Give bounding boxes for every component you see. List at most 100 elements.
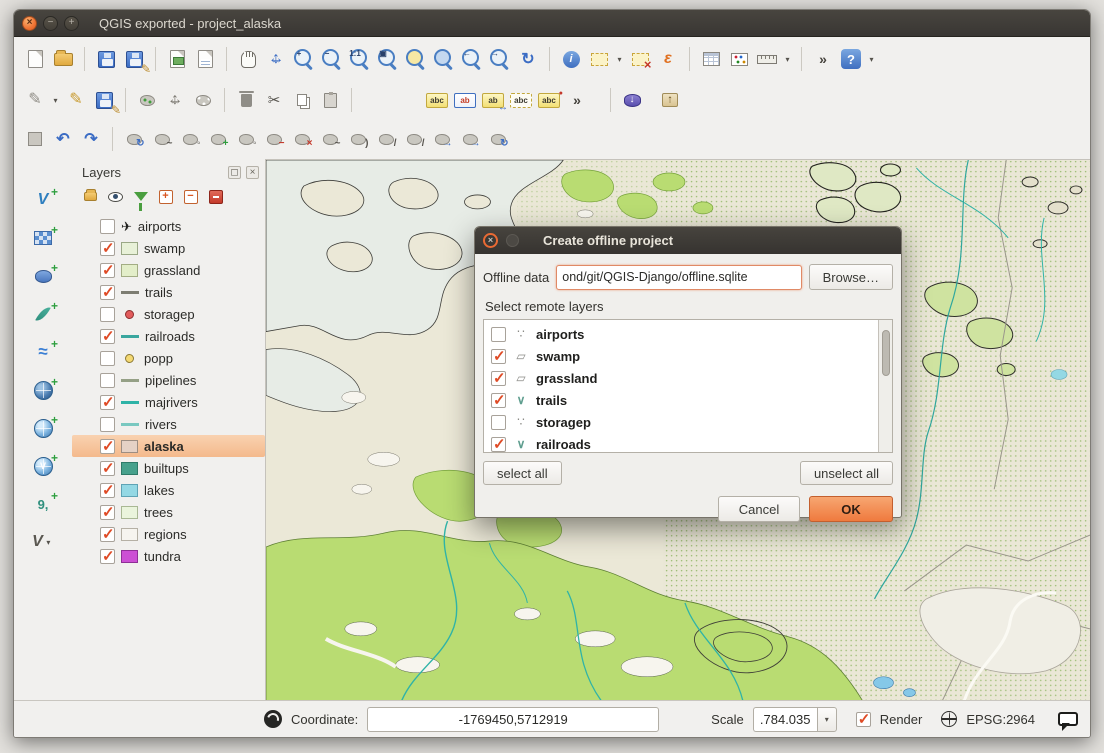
label-toolbar-overflow-icon[interactable]: » [564, 87, 590, 113]
scale-input[interactable] [753, 707, 817, 732]
remote-layers-list[interactable]: ∵ airports ▱ swamp ▱ grassland ∨ trails [483, 319, 893, 453]
field-calculator-icon[interactable] [726, 46, 752, 72]
new-project-icon[interactable] [22, 46, 48, 72]
measure-line-icon[interactable] [754, 46, 780, 72]
paste-features-icon[interactable] [317, 87, 343, 113]
layer-row-storagep[interactable]: storagep [72, 303, 265, 325]
zoom-last-icon[interactable]: ← [459, 46, 485, 72]
layer-checkbox[interactable] [100, 439, 115, 454]
enable-advanced-digitizing-icon[interactable] [22, 126, 48, 152]
identify-features-icon[interactable]: i [558, 46, 584, 72]
zoom-full-extent-icon[interactable]: ▣ [375, 46, 401, 72]
add-ring-icon[interactable] [177, 126, 203, 152]
layer-checkbox[interactable] [100, 417, 115, 432]
save-project-as-icon[interactable] [121, 46, 147, 72]
ok-button[interactable]: OK [809, 496, 893, 522]
window-close-icon[interactable]: × [22, 16, 37, 31]
scale-dropdown-icon[interactable]: ▾ [817, 707, 837, 732]
layer-row-builtups[interactable]: builtups [72, 457, 265, 479]
layer-row-railroads[interactable]: railroads [72, 325, 265, 347]
layer-checkbox[interactable] [100, 373, 115, 388]
pan-to-selection-icon[interactable] [263, 46, 289, 72]
remote-layer-row-trails[interactable]: ∨ trails [488, 389, 876, 411]
add-group-icon[interactable] [80, 186, 101, 207]
layer-checkbox[interactable] [100, 307, 115, 322]
add-oracle-layer-icon[interactable] [27, 375, 59, 405]
rotate-feature-icon[interactable] [121, 126, 147, 152]
refresh-map-icon[interactable]: ↻ [515, 46, 541, 72]
expand-all-icon[interactable]: + [155, 186, 176, 207]
remote-layer-checkbox[interactable] [491, 327, 506, 342]
cut-features-icon[interactable]: ✂ [261, 87, 287, 113]
layer-row-grassland[interactable]: grassland [72, 259, 265, 281]
reshape-features-icon[interactable] [317, 126, 343, 152]
layer-checkbox[interactable] [100, 483, 115, 498]
remote-layer-row-grassland[interactable]: ▱ grassland [488, 367, 876, 389]
layer-row-trails[interactable]: trails [72, 281, 265, 303]
pin-unpin-labels-icon[interactable]: abc [536, 87, 562, 113]
offset-curve-icon[interactable] [345, 126, 371, 152]
new-print-composer-icon[interactable] [192, 46, 218, 72]
panel-close-icon[interactable]: × [246, 166, 259, 179]
layer-row-tundra[interactable]: tundra [72, 545, 265, 567]
add-wms-layer-icon[interactable] [27, 413, 59, 443]
offline-editing-sync-icon[interactable] [657, 87, 683, 113]
add-spatialite-layer-icon[interactable] [27, 299, 59, 329]
measure-dropdown-icon[interactable]: ▾ [782, 46, 793, 72]
select-all-button[interactable]: select all [483, 461, 562, 485]
offline-editing-convert-icon[interactable] [619, 87, 645, 113]
remote-layer-checkbox[interactable] [491, 371, 506, 386]
remote-layer-checkbox[interactable] [491, 393, 506, 408]
window-minimize-icon[interactable]: − [43, 16, 58, 31]
current-edits-dropdown-icon[interactable]: ▾ [50, 87, 61, 113]
merge-features-icon[interactable] [429, 126, 455, 152]
open-attribute-table-icon[interactable] [698, 46, 724, 72]
pan-map-icon[interactable] [235, 46, 261, 72]
layer-row-trees[interactable]: trees [72, 501, 265, 523]
dialog-close-icon[interactable]: × [483, 233, 498, 248]
layer-row-rivers[interactable]: rivers [72, 413, 265, 435]
layer-row-airports[interactable]: ✈ airports [72, 215, 265, 237]
collapse-all-icon[interactable]: − [180, 186, 201, 207]
zoom-to-layer-icon[interactable] [431, 46, 457, 72]
remote-layer-checkbox[interactable] [491, 349, 506, 364]
add-feature-icon[interactable] [134, 87, 160, 113]
layer-checkbox[interactable] [100, 329, 115, 344]
layer-row-pipelines[interactable]: pipelines [72, 369, 265, 391]
layer-row-alaska[interactable]: alaska [72, 435, 265, 457]
log-messages-icon[interactable] [1058, 712, 1078, 726]
select-features-icon[interactable] [586, 46, 612, 72]
zoom-out-icon[interactable]: − [319, 46, 345, 72]
render-checkbox[interactable] [856, 712, 871, 727]
list-scrollbar[interactable] [878, 320, 892, 452]
map-themes-icon[interactable] [105, 186, 126, 207]
fill-ring-icon[interactable] [233, 126, 259, 152]
add-vector-layer-icon[interactable]: V [27, 185, 59, 215]
split-features-icon[interactable] [373, 126, 399, 152]
undo-icon[interactable]: ↶ [50, 126, 76, 152]
browse-button[interactable]: Browse… [809, 264, 893, 290]
new-layer-dropdown-icon[interactable]: V▾ [27, 527, 59, 557]
layer-checkbox[interactable] [100, 505, 115, 520]
layer-row-regions[interactable]: regions [72, 523, 265, 545]
add-wfs-layer-icon[interactable]: V [27, 451, 59, 481]
layer-checkbox[interactable] [100, 549, 115, 564]
toggle-extents-icon[interactable] [264, 710, 282, 728]
window-maximize-icon[interactable]: + [64, 16, 79, 31]
node-tool-icon[interactable] [190, 87, 216, 113]
filter-legend-icon[interactable] [130, 186, 151, 207]
offline-data-input[interactable] [556, 265, 801, 290]
show-hide-labels-icon[interactable]: abc [508, 87, 534, 113]
cancel-button[interactable]: Cancel [718, 496, 800, 522]
zoom-to-selection-icon[interactable] [403, 46, 429, 72]
save-project-icon[interactable] [93, 46, 119, 72]
simplify-feature-icon[interactable] [149, 126, 175, 152]
select-by-expression-icon[interactable]: ε [655, 46, 681, 72]
current-edits-icon[interactable]: ✎ [22, 87, 48, 113]
layer-row-majrivers[interactable]: majrivers [72, 391, 265, 413]
layer-row-lakes[interactable]: lakes [72, 479, 265, 501]
coordinate-input[interactable] [367, 707, 659, 732]
toggle-editing-icon[interactable]: ✎ [63, 87, 89, 113]
dialog-titlebar[interactable]: × Create offline project [475, 227, 901, 254]
label-properties-icon[interactable]: ab [452, 87, 478, 113]
